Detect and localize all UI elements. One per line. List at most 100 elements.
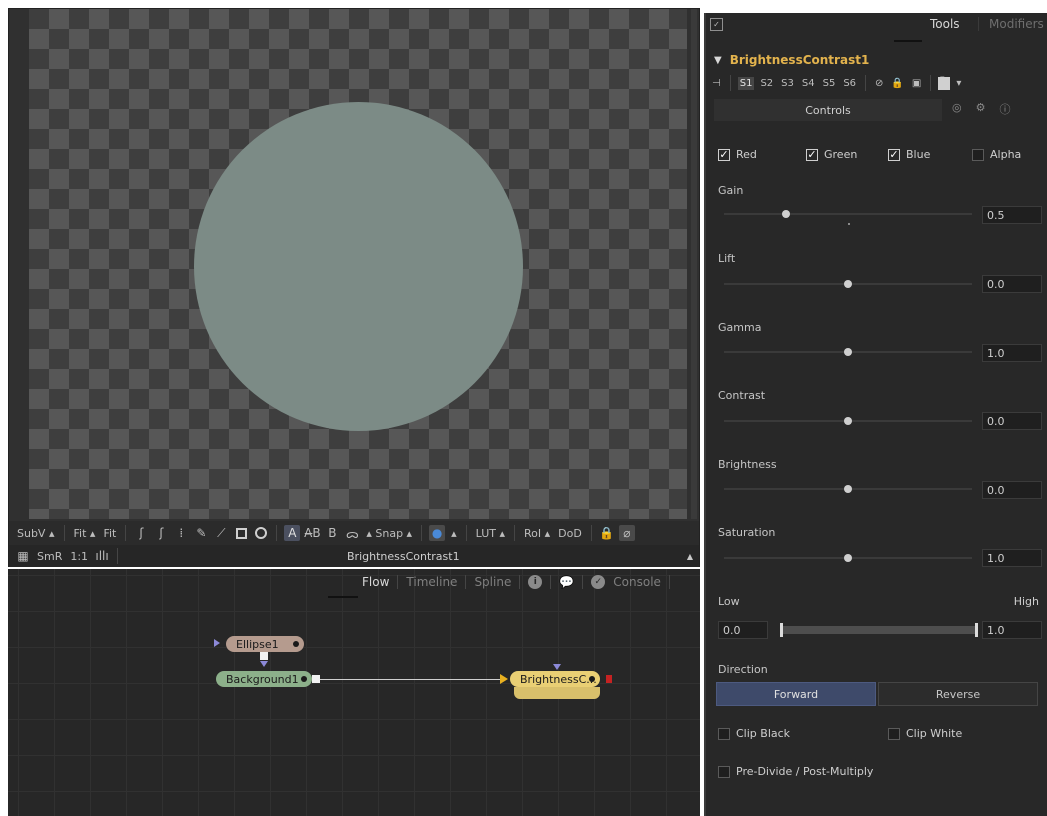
settings-tab-icon[interactable]: ⚙ <box>976 101 986 117</box>
contrast-slider[interactable] <box>724 417 972 425</box>
viewer-menu-arrow[interactable]: ▲ <box>687 552 693 561</box>
blue-channel-checkbox[interactable]: ✓ Blue <box>888 148 930 161</box>
info-icon[interactable]: i <box>528 575 543 589</box>
stereo-glasses-icon[interactable]: ᯅ <box>344 525 360 541</box>
connection-line[interactable] <box>320 679 506 680</box>
slider-knob[interactable] <box>844 417 852 425</box>
node-ellipse1[interactable]: Ellipse1 <box>226 636 304 652</box>
checkbox-icon[interactable] <box>718 765 730 778</box>
color-channels-icon[interactable]: ● <box>429 525 446 541</box>
node-brightnesscontrast1[interactable]: BrightnessC... <box>510 671 600 687</box>
lift-value-field[interactable]: 0.0 <box>982 275 1042 293</box>
bypass-icon[interactable]: ⊘ <box>873 77 885 90</box>
slider-knob[interactable] <box>844 554 852 562</box>
forward-button[interactable]: Forward <box>716 682 876 706</box>
tab-tools[interactable]: Tools <box>930 17 960 31</box>
subview-button[interactable]: SubV ▴ <box>15 526 57 541</box>
swatch-dropdown-icon[interactable]: ▾ <box>954 77 963 90</box>
gain-slider[interactable] <box>724 210 972 218</box>
console-check-icon[interactable]: ✓ <box>591 575 606 589</box>
slot-s3[interactable]: S3 <box>779 77 796 90</box>
checkbox-icon[interactable]: ✓ <box>718 148 730 161</box>
low-value-field[interactable]: 0.0 <box>718 621 768 639</box>
info-tab-icon[interactable]: ⓘ <box>999 101 1010 117</box>
red-channel-checkbox[interactable]: ✓ Red <box>718 148 757 161</box>
polyline-icon[interactable]: ʃ <box>133 525 149 541</box>
fit-button[interactable]: Fit <box>101 526 118 541</box>
dod-button[interactable]: DoD <box>556 526 584 541</box>
pin-icon[interactable]: ⊣ <box>710 77 723 90</box>
checkbox-icon[interactable] <box>888 727 900 740</box>
channel-dropdown[interactable]: ▴ <box>449 526 459 541</box>
buffer-a-button[interactable]: A <box>284 525 301 541</box>
collapse-icon[interactable]: ✓ <box>710 17 723 31</box>
slot-s1[interactable]: S1 <box>737 76 755 90</box>
lock-icon[interactable]: 🔒 <box>599 525 615 541</box>
tool-header[interactable]: ▼ BrightnessContrast1 <box>714 53 869 67</box>
node-output-port[interactable] <box>606 675 612 683</box>
low-handle[interactable] <box>780 623 783 637</box>
checker-icon[interactable]: ▦ <box>15 548 31 564</box>
ellipse-mask-port[interactable] <box>260 652 268 660</box>
zoom-level[interactable]: 1:1 <box>68 549 90 564</box>
high-value-field[interactable]: 1.0 <box>982 621 1042 639</box>
mask-tab-icon[interactable]: ◎ <box>952 101 962 117</box>
tab-controls[interactable]: Controls <box>714 99 942 121</box>
gain-value-field[interactable]: 0.5 <box>982 206 1042 224</box>
bspline-icon[interactable]: ʃ <box>153 525 169 541</box>
slot-s5[interactable]: S5 <box>821 77 838 90</box>
lift-slider[interactable] <box>724 280 972 288</box>
slider-knob[interactable] <box>782 210 790 218</box>
checkbox-icon[interactable]: ✓ <box>888 148 900 161</box>
tab-console[interactable]: Console <box>613 575 661 589</box>
slot-s2[interactable]: S2 <box>758 77 775 90</box>
slot-s4[interactable]: S4 <box>800 77 817 90</box>
buffer-ab-button[interactable]: A̶B <box>304 525 320 541</box>
lut-dropdown[interactable]: LUT ▴ <box>474 526 507 541</box>
background-output-port[interactable] <box>312 675 320 683</box>
alpha-channel-checkbox[interactable]: Alpha <box>972 148 1021 161</box>
slider-knob[interactable] <box>844 280 852 288</box>
reverse-button[interactable]: Reverse <box>878 682 1038 706</box>
node-view-indicators[interactable] <box>514 687 600 699</box>
checkbox-icon[interactable] <box>972 148 984 161</box>
roi-dropdown[interactable]: RoI ▴ <box>522 526 552 541</box>
flow-panel[interactable]: Flow Timeline Spline i 💬 ✓ Console Ellip… <box>8 569 700 816</box>
node-output-dot[interactable] <box>293 641 299 647</box>
tab-timeline[interactable]: Timeline <box>406 575 457 589</box>
ellipse-icon[interactable] <box>253 525 269 541</box>
green-channel-checkbox[interactable]: ✓ Green <box>806 148 857 161</box>
smr-toggle[interactable]: SmR <box>35 549 64 564</box>
contrast-value-field[interactable]: 0.0 <box>982 412 1042 430</box>
save-icon[interactable]: ▣ <box>910 77 923 90</box>
disable-icon[interactable]: ⌀ <box>618 525 635 541</box>
wand-icon[interactable]: ⟋ <box>213 525 229 541</box>
node-background1[interactable]: Background1 <box>216 671 312 687</box>
lock-icon[interactable]: 🔒 <box>889 77 905 90</box>
slider-knob[interactable] <box>844 348 852 356</box>
buffer-b-button[interactable]: B <box>324 525 340 541</box>
viewer-scrollbar[interactable] <box>691 9 697 519</box>
color-swatch-icon[interactable]: ▌ <box>938 76 951 90</box>
clip-black-checkbox[interactable]: Clip Black <box>718 727 790 740</box>
saturation-slider[interactable] <box>724 554 972 562</box>
tab-modifiers[interactable]: Modifiers <box>978 17 1044 31</box>
paint-icon[interactable]: ✎ <box>193 525 209 541</box>
grid-icon[interactable]: ⁞ <box>173 525 189 541</box>
checkbox-icon[interactable] <box>718 727 730 740</box>
node-output-dot[interactable] <box>301 676 307 682</box>
node-output-dot[interactable] <box>589 676 595 682</box>
viewer-canvas[interactable] <box>29 9 687 519</box>
tab-spline[interactable]: Spline <box>474 575 511 589</box>
brightness-value-field[interactable]: 0.0 <box>982 481 1042 499</box>
slider-knob[interactable] <box>844 485 852 493</box>
audio-meter-icon[interactable]: ıllı <box>94 548 110 564</box>
pre-divide-checkbox[interactable]: Pre-Divide / Post-Multiply <box>718 765 873 778</box>
clip-white-checkbox[interactable]: Clip White <box>888 727 962 740</box>
fit-dropdown[interactable]: Fit ▴ <box>72 526 98 541</box>
gamma-slider[interactable] <box>724 348 972 356</box>
brightness-slider[interactable] <box>724 485 972 493</box>
comments-icon[interactable]: 💬 <box>559 575 574 589</box>
tab-flow[interactable]: Flow <box>362 575 389 589</box>
slot-s6[interactable]: S6 <box>841 77 858 90</box>
